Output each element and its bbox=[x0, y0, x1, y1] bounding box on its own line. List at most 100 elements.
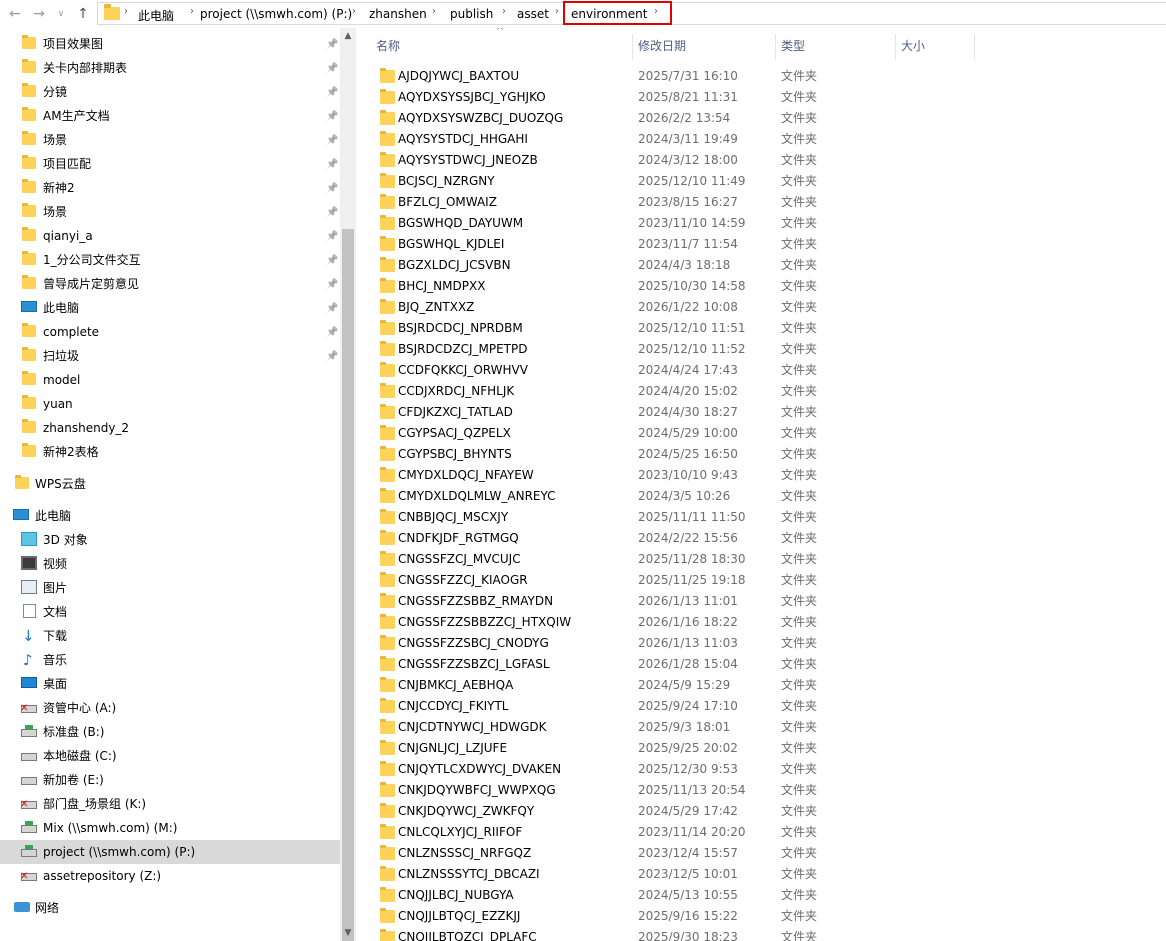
file-row[interactable]: CNGSSFZZCJ_KIAOGR 2025/11/25 19:18 文件夹 bbox=[362, 570, 1166, 591]
file-row[interactable]: CNJCDTNYWCJ_HDWGDK 2025/9/3 18:01 文件夹 bbox=[362, 717, 1166, 738]
file-row[interactable]: CCDJXRDCJ_NFHLJK 2024/4/20 15:02 文件夹 bbox=[362, 381, 1166, 402]
file-row[interactable]: CGYPSACJ_QZPELX 2024/5/29 10:00 文件夹 bbox=[362, 423, 1166, 444]
nav-item[interactable]: 标准盘 (B:) bbox=[0, 720, 340, 744]
pin-icon[interactable]: 📌 bbox=[326, 201, 338, 225]
file-row[interactable]: AJDQJYWCJ_BAXTOU 2025/7/31 16:10 文件夹 bbox=[362, 66, 1166, 87]
nav-item[interactable]: Mix (\\smwh.com) (M:) bbox=[0, 816, 340, 840]
file-row[interactable]: CNLZNSSSYTCJ_DBCAZI 2023/12/5 10:01 文件夹 bbox=[362, 864, 1166, 885]
column-divider[interactable] bbox=[895, 34, 896, 60]
file-row[interactable]: BCJSCJ_NZRGNY 2025/12/10 11:49 文件夹 bbox=[362, 171, 1166, 192]
file-row[interactable]: CNLCQLXYJCJ_RIIFOF 2023/11/14 20:20 文件夹 bbox=[362, 822, 1166, 843]
breadcrumb-zhanshen[interactable]: zhanshen bbox=[369, 7, 427, 21]
file-row[interactable]: CNGSSFZZSBZCJ_LGFASL 2026/1/28 15:04 文件夹 bbox=[362, 654, 1166, 675]
file-row[interactable]: CNLZNSSSCJ_NRFGQZ 2023/12/4 15:57 文件夹 bbox=[362, 843, 1166, 864]
nav-item[interactable]: 图片 bbox=[0, 576, 340, 600]
file-row[interactable]: BGSWHQL_KJDLEI 2023/11/7 11:54 文件夹 bbox=[362, 234, 1166, 255]
nav-item[interactable]: 新神2 📌 bbox=[0, 176, 340, 200]
pin-icon[interactable]: 📌 bbox=[326, 177, 338, 201]
file-row[interactable]: CNJGNLJCJ_LZJUFE 2025/9/25 20:02 文件夹 bbox=[362, 738, 1166, 759]
nav-item[interactable]: 本地磁盘 (C:) bbox=[0, 744, 340, 768]
nav-item[interactable]: assetrepository (Z:) bbox=[0, 864, 340, 889]
file-row[interactable]: CNDFKJDF_RGTMGQ 2024/2/22 15:56 文件夹 bbox=[362, 528, 1166, 549]
file-row[interactable]: CNJBMKCJ_AEBHQA 2024/5/9 15:29 文件夹 bbox=[362, 675, 1166, 696]
file-row[interactable]: BHCJ_NMDPXX 2025/10/30 14:58 文件夹 bbox=[362, 276, 1166, 297]
file-row[interactable]: AQYDXSYSWZBCJ_DUOZQG 2026/2/2 13:54 文件夹 bbox=[362, 108, 1166, 129]
nav-item[interactable]: 文档 bbox=[0, 600, 340, 624]
pin-icon[interactable]: 📌 bbox=[326, 345, 338, 369]
breadcrumb-publish[interactable]: publish bbox=[450, 7, 493, 21]
column-header-type[interactable]: 类型 bbox=[781, 28, 805, 64]
pin-icon[interactable]: 📌 bbox=[326, 57, 338, 81]
nav-item[interactable]: 桌面 bbox=[0, 672, 340, 696]
file-row[interactable]: CNQJJLBTQCJ_EZZKJJ 2025/9/16 15:22 文件夹 bbox=[362, 906, 1166, 927]
chevron-right-icon[interactable]: › bbox=[555, 6, 559, 17]
nav-item[interactable]: yuan bbox=[0, 392, 340, 416]
scrollbar-thumb[interactable] bbox=[342, 229, 354, 941]
file-row[interactable]: BSJRDCDZCJ_MPETPD 2025/12/10 11:52 文件夹 bbox=[362, 339, 1166, 360]
nav-item[interactable]: 1_分公司文件交互 📌 bbox=[0, 248, 340, 272]
nav-item[interactable]: ♪ 音乐 bbox=[0, 648, 340, 672]
breadcrumb-this-pc[interactable]: 此电脑 bbox=[138, 7, 174, 24]
file-row[interactable]: AQYSYSTDCJ_HHGAHI 2024/3/11 19:49 文件夹 bbox=[362, 129, 1166, 150]
pin-icon[interactable]: 📌 bbox=[326, 273, 338, 297]
chevron-right-icon[interactable]: › bbox=[432, 6, 436, 17]
scroll-up-arrow-icon[interactable]: ▲ bbox=[340, 28, 356, 44]
pin-icon[interactable]: 📌 bbox=[326, 321, 338, 345]
chevron-right-icon[interactable]: › bbox=[352, 6, 356, 17]
nav-item[interactable]: 项目匹配 📌 bbox=[0, 152, 340, 176]
pin-icon[interactable]: 📌 bbox=[326, 225, 338, 249]
pin-icon[interactable]: 📌 bbox=[326, 33, 338, 57]
file-row[interactable]: BFZLCJ_OMWAIZ 2023/8/15 16:27 文件夹 bbox=[362, 192, 1166, 213]
file-row[interactable]: BGSWHQD_DAYUWM 2023/11/10 14:59 文件夹 bbox=[362, 213, 1166, 234]
nav-item[interactable]: zhanshendy_2 bbox=[0, 416, 340, 440]
file-row[interactable]: BJQ_ZNTXXZ 2026/1/22 10:08 文件夹 bbox=[362, 297, 1166, 318]
nav-item[interactable]: 扫垃圾 📌 bbox=[0, 344, 340, 368]
nav-item[interactable]: ↓ 下载 bbox=[0, 624, 340, 648]
pin-icon[interactable]: 📌 bbox=[326, 105, 338, 129]
pin-icon[interactable]: 📌 bbox=[326, 249, 338, 273]
pin-icon[interactable]: 📌 bbox=[326, 153, 338, 177]
nav-item[interactable]: 关卡内部排期表 📌 bbox=[0, 56, 340, 80]
nav-item[interactable]: AM生产文档 📌 bbox=[0, 104, 340, 128]
file-row[interactable]: CNBBJQCJ_MSCXJY 2025/11/11 11:50 文件夹 bbox=[362, 507, 1166, 528]
nav-item[interactable]: 网络 bbox=[0, 896, 340, 920]
nav-item[interactable]: 此电脑 📌 bbox=[0, 296, 340, 320]
nav-item[interactable]: WPS云盘 bbox=[0, 472, 340, 496]
file-row[interactable]: CCDFQKKCJ_ORWHVV 2024/4/24 17:43 文件夹 bbox=[362, 360, 1166, 381]
column-divider[interactable] bbox=[974, 34, 975, 60]
nav-item[interactable]: model bbox=[0, 368, 340, 392]
nav-item[interactable]: 新神2表格 bbox=[0, 440, 340, 464]
file-row[interactable]: CNQJJLBCJ_NUBGYA 2024/5/13 10:55 文件夹 bbox=[362, 885, 1166, 906]
pin-icon[interactable]: 📌 bbox=[326, 81, 338, 105]
back-arrow-icon[interactable]: ← bbox=[4, 3, 26, 25]
forward-arrow-icon[interactable]: → bbox=[28, 3, 50, 25]
nav-item[interactable]: 场景 📌 bbox=[0, 200, 340, 224]
file-row[interactable]: CNKJDQYWCJ_ZWKFQY 2024/5/29 17:42 文件夹 bbox=[362, 801, 1166, 822]
file-row[interactable]: CFDJKZXCJ_TATLAD 2024/4/30 18:27 文件夹 bbox=[362, 402, 1166, 423]
nav-item[interactable]: 曾导成片定剪意见 📌 bbox=[0, 272, 340, 296]
nav-item[interactable]: complete 📌 bbox=[0, 320, 340, 344]
nav-item[interactable]: 此电脑 bbox=[0, 504, 340, 528]
file-row[interactable]: CNQJJLBTQZCJ_DPLAFC 2025/9/30 18:23 文件夹 bbox=[362, 927, 1166, 941]
nav-item[interactable]: 3D 对象 bbox=[0, 528, 340, 552]
nav-item[interactable]: 资管中心 (A:) bbox=[0, 696, 340, 721]
file-row[interactable]: BSJRDCDCJ_NPRDBM 2025/12/10 11:51 文件夹 bbox=[362, 318, 1166, 339]
column-header-name[interactable]: 名称 bbox=[376, 28, 400, 64]
chevron-right-icon[interactable]: › bbox=[502, 6, 506, 17]
file-row[interactable]: CNGSSFZZSBCJ_CNODYG 2026/1/13 11:03 文件夹 bbox=[362, 633, 1166, 654]
recent-locations-chevron-icon[interactable]: ∨ bbox=[50, 3, 72, 25]
file-row[interactable]: AQYSYSTDWCJ_JNEOZB 2024/3/12 18:00 文件夹 bbox=[362, 150, 1166, 171]
nav-item[interactable]: 分镜 📌 bbox=[0, 80, 340, 104]
column-header-date[interactable]: 修改日期 bbox=[638, 28, 686, 64]
column-divider[interactable] bbox=[775, 34, 776, 60]
file-row[interactable]: CNGSSFZZSBBZZCJ_HTXQIW 2026/1/16 18:22 文件夹 bbox=[362, 612, 1166, 633]
column-divider[interactable] bbox=[632, 34, 633, 60]
pin-icon[interactable]: 📌 bbox=[326, 297, 338, 321]
file-row[interactable]: CNKJDQYWBFCJ_WWPXQG 2025/11/13 20:54 文件夹 bbox=[362, 780, 1166, 801]
nav-item[interactable]: 部门盘_场景组 (K:) bbox=[0, 792, 340, 817]
file-row[interactable]: BGZXLDCJ_JCSVBN 2024/4/3 18:18 文件夹 bbox=[362, 255, 1166, 276]
chevron-right-icon[interactable]: › bbox=[190, 6, 194, 17]
nav-item[interactable]: project (\\smwh.com) (P:) bbox=[0, 840, 340, 864]
file-row[interactable]: CGYPSBCJ_BHYNTS 2024/5/25 16:50 文件夹 bbox=[362, 444, 1166, 465]
up-arrow-icon[interactable]: ↑ bbox=[72, 3, 94, 25]
